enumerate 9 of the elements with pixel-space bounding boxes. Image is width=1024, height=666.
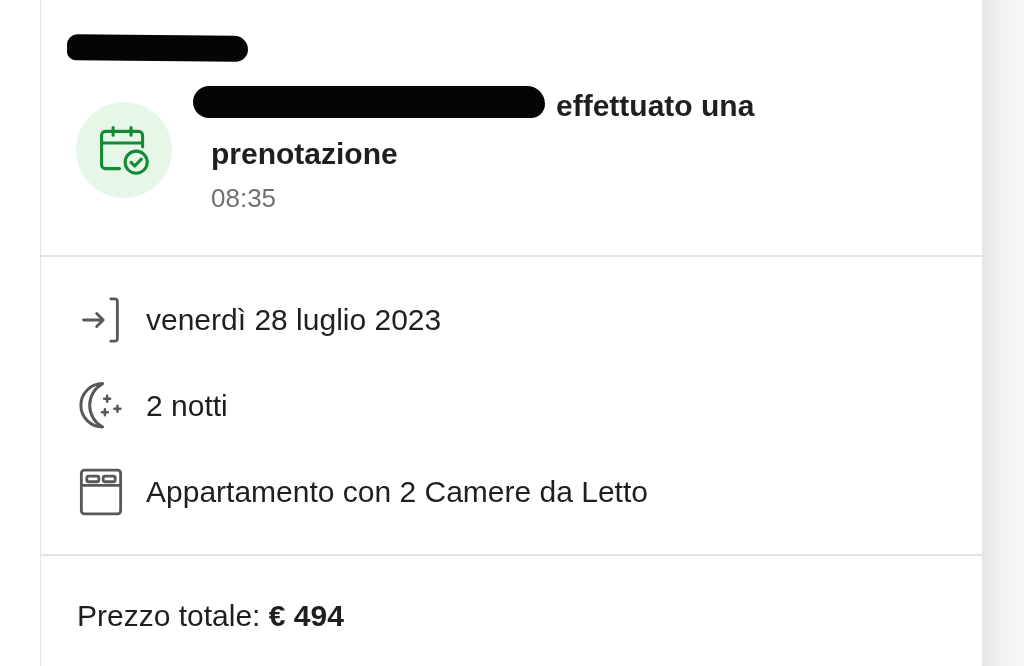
- total-price: Prezzo totale: € 494: [77, 598, 345, 634]
- detail-text: 2 notti: [146, 388, 228, 424]
- detail-text: venerdì 28 luglio 2023: [146, 302, 442, 338]
- bed-icon: [77, 468, 125, 516]
- notification-headline: prenotazione: [211, 136, 398, 172]
- moon-stars-icon: [77, 382, 125, 430]
- notification-time: 08:35: [211, 182, 277, 215]
- detail-text: Appartamento con 2 Camere da Letto: [146, 474, 648, 510]
- notification-headline: effettuato una: [556, 88, 755, 124]
